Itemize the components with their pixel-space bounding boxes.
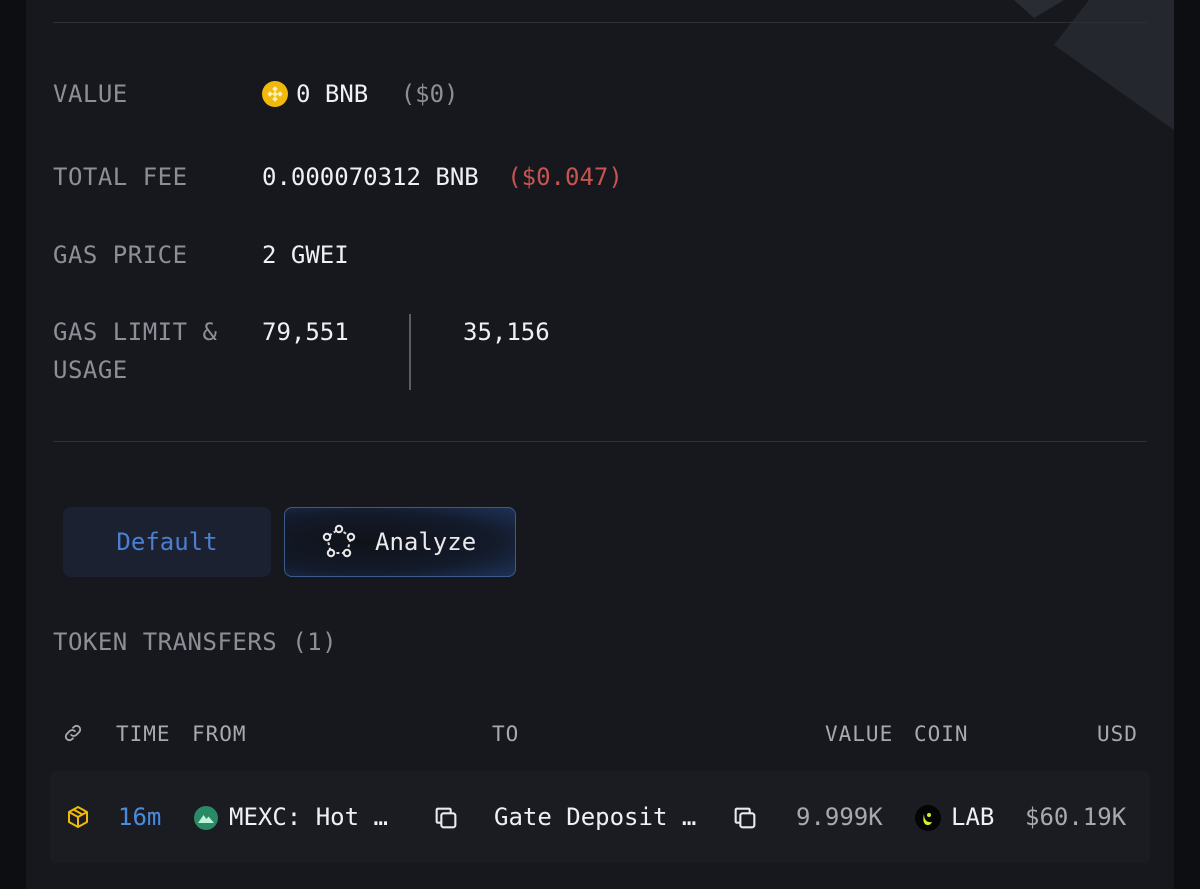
gas-limit-value: 79,551 <box>262 318 349 346</box>
gas-usage-value: 35,156 <box>463 318 550 346</box>
total-fee-group: 0.000070312 BNB ($0.047) <box>262 158 623 196</box>
column-header-coin: COIN <box>914 722 969 746</box>
value-usd: ($0) <box>400 80 459 108</box>
mid-divider <box>53 441 1147 442</box>
chain-cube-icon <box>66 805 90 837</box>
top-divider <box>53 22 1147 23</box>
column-header-usd: USD <box>1097 722 1138 746</box>
corner-decoration <box>1014 0 1174 130</box>
gas-price-label: GAS PRICE <box>53 241 188 269</box>
token-transfers-title: TOKEN TRANSFERS (1) <box>53 628 338 656</box>
gas-limit-label-line1: GAS LIMIT & <box>53 318 218 346</box>
value-label: VALUE <box>53 80 128 108</box>
mexc-logo-icon <box>194 806 218 838</box>
column-header-time: TIME <box>116 722 171 746</box>
copy-icon[interactable] <box>432 804 460 840</box>
bnb-coin-icon <box>262 81 288 107</box>
lab-coin-icon <box>915 805 941 839</box>
from-address-link[interactable]: MEXC: Hot … <box>229 801 388 833</box>
gas-limit-label: GAS LIMIT & USAGE <box>53 313 217 389</box>
link-icon <box>62 722 84 749</box>
transfer-value: 9.999K <box>796 803 883 831</box>
transaction-details-panel: VALUE 0 BNB ($0) TOTAL FEE 0.000070312 B… <box>26 0 1174 889</box>
analyze-view-label: Analyze <box>375 528 477 556</box>
transfer-time-link[interactable]: 16m <box>118 801 161 833</box>
gas-limit-label-line2: USAGE <box>53 356 128 384</box>
column-header-from: FROM <box>192 722 247 746</box>
total-fee-usd: ($0.047) <box>507 163 623 191</box>
coin-symbol-link[interactable]: LAB <box>951 801 994 833</box>
gas-price-value: 2 GWEI <box>262 241 349 269</box>
default-view-button[interactable]: Default <box>63 507 271 577</box>
column-header-to: TO <box>492 722 520 746</box>
column-header-value: VALUE <box>825 722 894 746</box>
default-view-label: Default <box>116 528 218 556</box>
to-address-link[interactable]: Gate Deposit … <box>494 801 696 833</box>
copy-icon[interactable] <box>731 804 759 840</box>
total-fee-label: TOTAL FEE <box>53 163 188 191</box>
analyze-view-button[interactable]: Analyze <box>284 507 516 577</box>
value-amount: 0 BNB <box>296 80 369 108</box>
gas-separator <box>409 314 411 390</box>
value-amount-group: 0 BNB ($0) <box>262 75 459 113</box>
total-fee-amount: 0.000070312 BNB <box>262 163 479 191</box>
analyze-icon <box>321 524 357 560</box>
transfer-usd: $60.19K <box>1025 803 1127 831</box>
